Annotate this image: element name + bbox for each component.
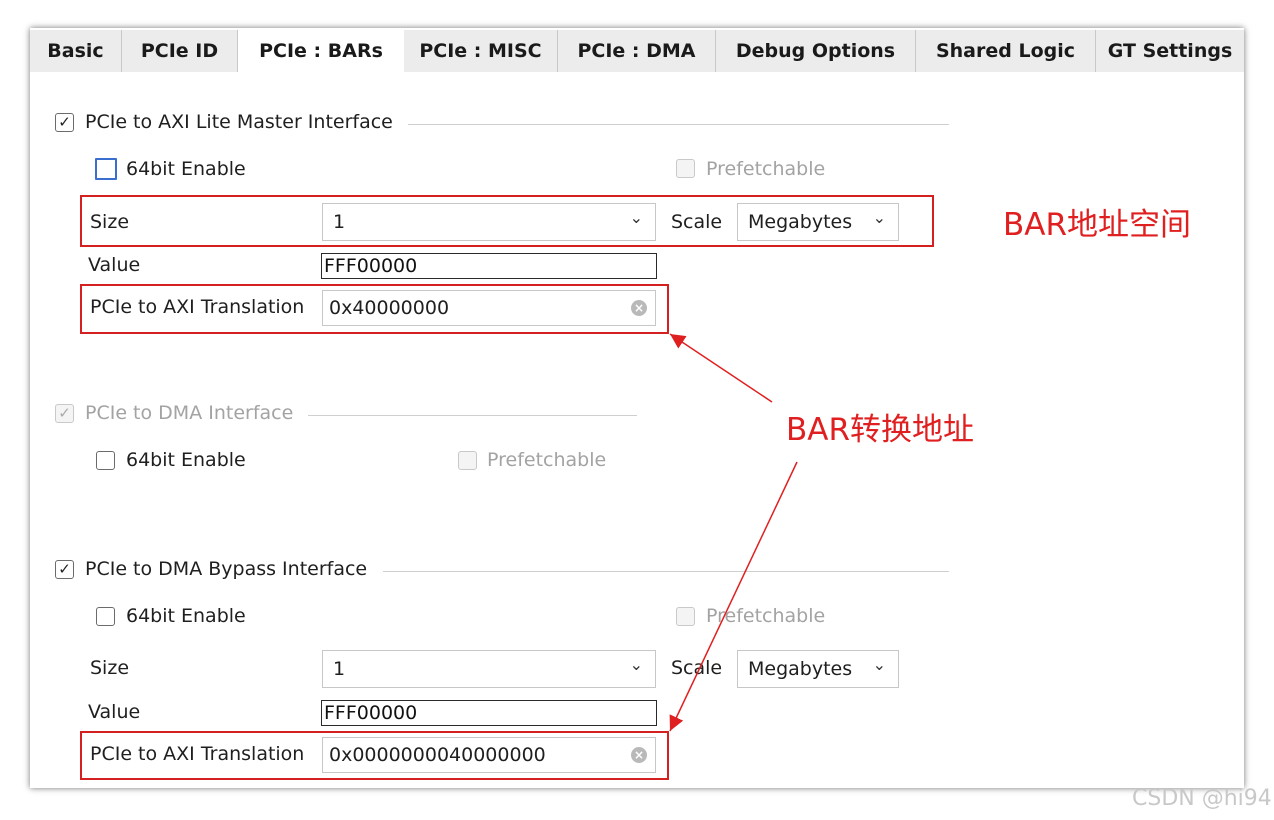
arrow-to-translation-2 xyxy=(669,461,798,732)
annotation-arrows xyxy=(669,333,798,732)
arrow-to-translation-1 xyxy=(669,333,773,403)
bar-translation-annotation: BAR转换地址 xyxy=(786,412,975,448)
bar-space-annotation: BAR地址空间 xyxy=(1003,207,1192,243)
watermark: CSDN @hi94 xyxy=(1132,786,1272,811)
